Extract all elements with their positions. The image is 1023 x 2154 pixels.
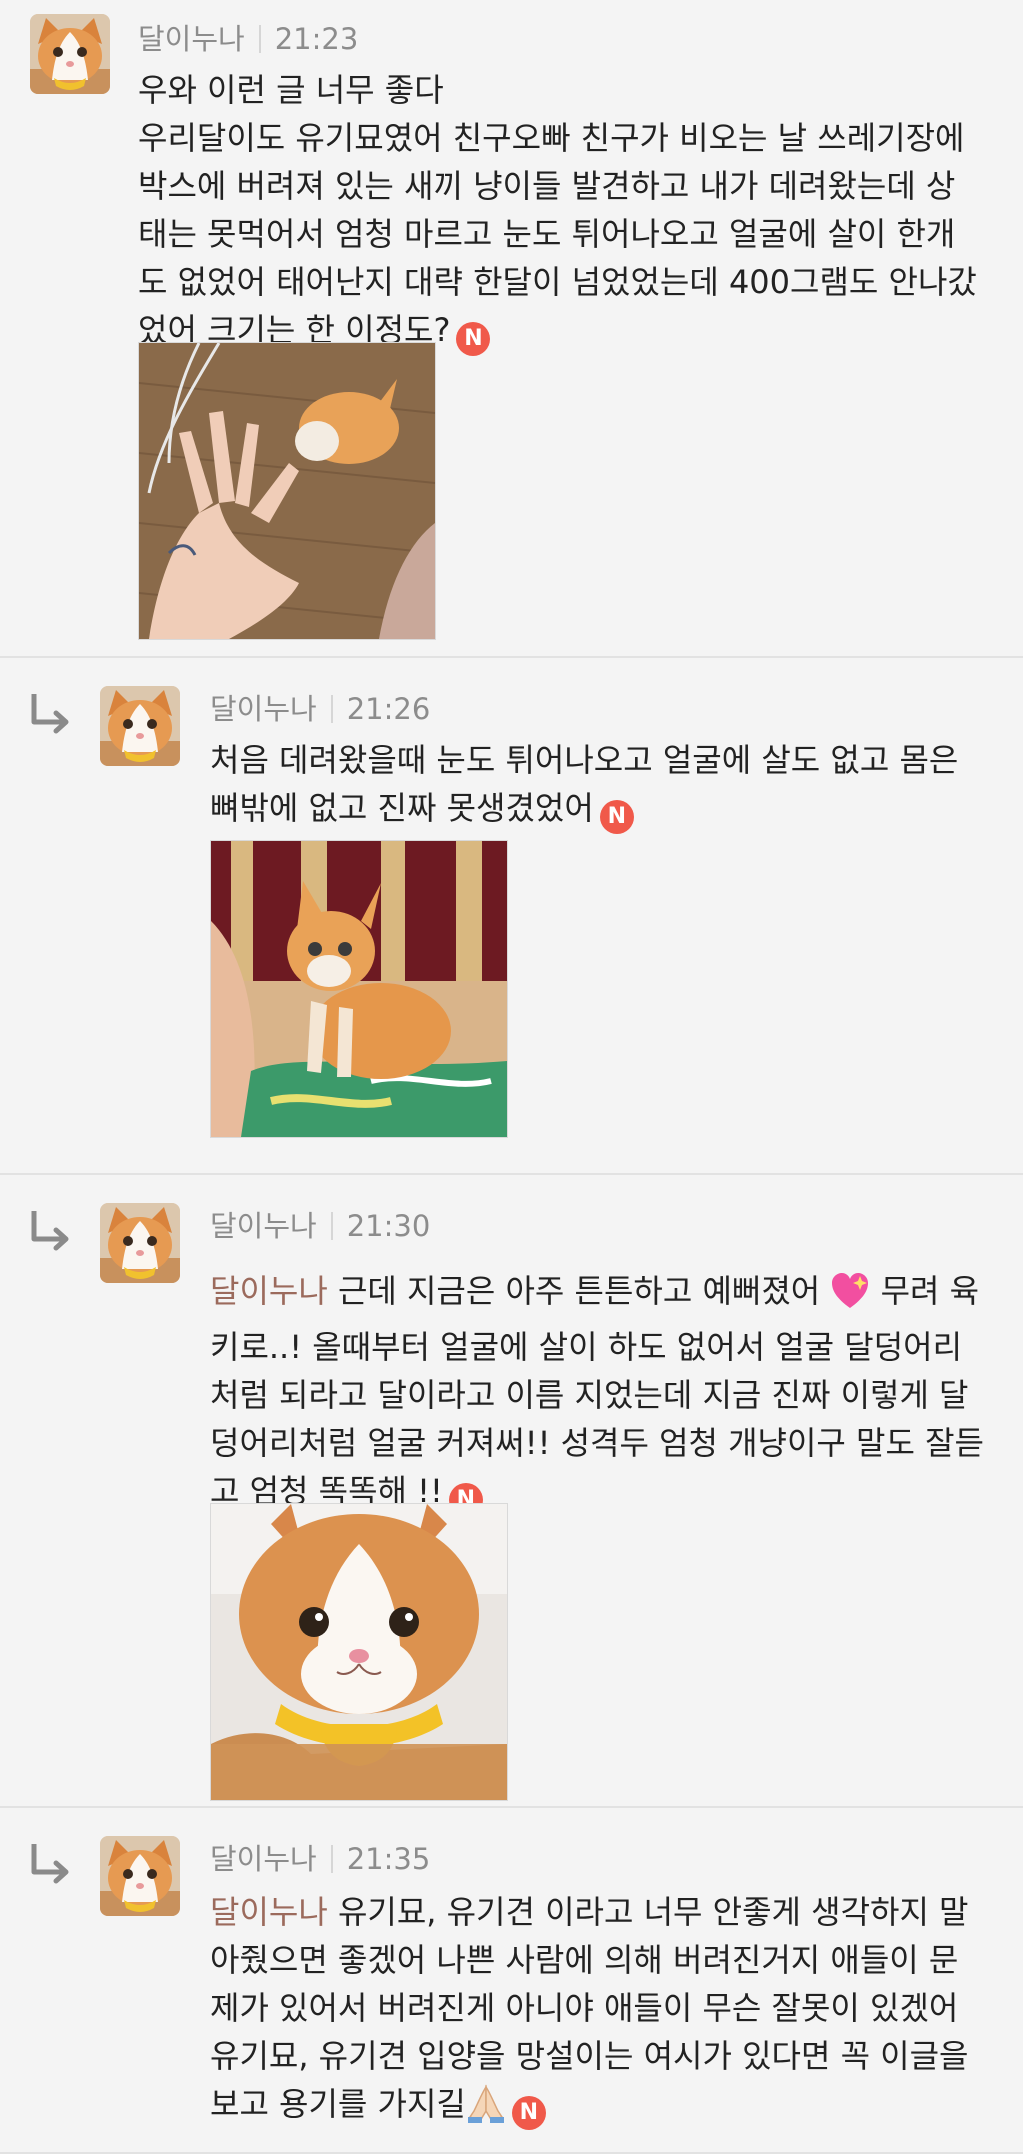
kitten-photo — [139, 343, 435, 639]
comment-line: 유기묘, 유기견 이라고 너무 안좋게 생각하지 말 — [327, 1893, 969, 1931]
comment-line: 키로..! 올때부터 얼굴에 살이 하도 없어서 얼굴 달덩어리 — [210, 1328, 963, 1366]
mention-link[interactable]: 달이누나 — [210, 1272, 328, 1310]
reply-arrow-icon — [26, 1838, 74, 1886]
author-name[interactable]: 달이누나 — [210, 692, 317, 726]
mention-link[interactable]: 달이누나 — [210, 1893, 328, 1931]
comment-line: 태는 못먹어서 엄청 마르고 눈도 튀어나오고 얼굴에 살이 한개 — [138, 215, 956, 253]
cat-avatar-icon — [100, 1203, 180, 1283]
timestamp: 21:35 — [346, 1842, 431, 1876]
comment-line: 유기묘, 유기견 입양을 망설이는 여시가 있다면 꼭 이글을 — [210, 2037, 969, 2075]
sparkling-heart-icon — [830, 1272, 870, 1323]
comment-line: 박스에 버려져 있는 새끼 냥이들 발견하고 내가 데려왔는데 상 — [138, 167, 956, 205]
comment-meta: 달이누나 21:26 — [210, 686, 430, 728]
meta-divider — [330, 1845, 333, 1873]
comment-4: 달이누나 21:35 달이누나 유기묘, 유기견 이라고 너무 안좋게 생각하지 … — [0, 1808, 1023, 2154]
reply-arrow-icon — [26, 688, 74, 736]
comment-line: 우와 이런 글 너무 좋다 — [138, 71, 444, 109]
comment-line: 덩어리처럼 얼굴 커져써!! 성격두 엄청 개냥이구 말도 잘듣 — [210, 1424, 984, 1462]
comment-3: 달이누나 21:30 달이누나 근데 지금은 아주 튼튼하고 예뻐졌어 무려 육 … — [0, 1175, 1023, 1808]
comment-line: 제가 있어서 버려진게 아니야 애들이 무슨 잘못이 있겠어 — [210, 1989, 959, 2027]
comment-1: 달이누나 21:23 우와 이런 글 너무 좋다 우리달이도 유기묘였어 친구오빠… — [0, 0, 1023, 658]
timestamp: 21:30 — [346, 1209, 431, 1243]
attached-photo[interactable] — [138, 342, 436, 640]
comment-meta: 달이누나 21:35 — [210, 1836, 430, 1878]
avatar[interactable] — [100, 686, 180, 766]
comment-line: 도 없었어 태어난지 대략 한달이 넘었었는데 400그램도 안나갔 — [138, 263, 977, 301]
meta-divider — [330, 1212, 333, 1240]
author-name[interactable]: 달이누나 — [210, 1209, 317, 1243]
cat-avatar-icon — [30, 14, 110, 94]
reply-arrow-icon — [26, 1205, 74, 1253]
comment-meta: 달이누나 21:23 — [138, 16, 358, 58]
comment-meta: 달이누나 21:30 — [210, 1203, 430, 1245]
kitten-photo — [211, 841, 507, 1137]
folded-hands-icon — [466, 2083, 506, 2136]
avatar[interactable] — [30, 14, 110, 94]
comment-line: 뼈밖에 없고 진짜 못생겼었어 — [210, 789, 594, 827]
avatar[interactable] — [100, 1203, 180, 1283]
author-name[interactable]: 달이누나 — [210, 1842, 317, 1876]
comment-line: 아줬으면 좋겠어 나쁜 사람에 의해 버려진거지 애들이 문 — [210, 1941, 959, 1979]
comment-line: 처럼 되라고 달이라고 이름 지었는데 지금 진짜 이렇게 달 — [210, 1376, 969, 1414]
timestamp: 21:23 — [274, 22, 359, 56]
comment-line: 우리달이도 유기묘였어 친구오빠 친구가 비오는 날 쓰레기장에 — [138, 119, 965, 157]
comment-body: 처음 데려왔을때 눈도 튀어나오고 얼굴에 살도 없고 몸은 뼈밖에 없고 진짜… — [210, 736, 1000, 834]
cat-avatar-icon — [100, 1836, 180, 1916]
comment-line: 무려 육 — [870, 1272, 980, 1310]
cat-avatar-icon — [100, 686, 180, 766]
meta-divider — [258, 25, 261, 53]
timestamp: 21:26 — [346, 692, 431, 726]
comment-line: 보고 용기를 가지길 — [210, 2085, 466, 2123]
comment-body: 달이누나 근데 지금은 아주 튼튼하고 예뻐졌어 무려 육 키로..! 올때부터… — [210, 1267, 1000, 1517]
new-badge-icon: N — [511, 2096, 546, 2130]
cat-photo — [211, 1504, 507, 1800]
author-name[interactable]: 달이누나 — [138, 22, 245, 56]
avatar[interactable] — [100, 1836, 180, 1916]
comment-line: 근데 지금은 아주 튼튼하고 예뻐졌어 — [327, 1272, 821, 1310]
comment-body: 우와 이런 글 너무 좋다 우리달이도 유기묘였어 친구오빠 친구가 비오는 날… — [138, 66, 998, 356]
new-badge-icon: N — [456, 322, 491, 356]
attached-photo[interactable] — [210, 840, 508, 1138]
meta-divider — [330, 695, 333, 723]
comment-2: 달이누나 21:26 처음 데려왔을때 눈도 튀어나오고 얼굴에 살도 없고 몸은… — [0, 658, 1023, 1175]
comment-line: 처음 데려왔을때 눈도 튀어나오고 얼굴에 살도 없고 몸은 — [210, 741, 959, 779]
attached-photo[interactable] — [210, 1503, 508, 1801]
comment-body: 달이누나 유기묘, 유기견 이라고 너무 안좋게 생각하지 말 아줬으면 좋겠어… — [210, 1888, 1000, 2136]
new-badge-icon: N — [599, 800, 634, 834]
